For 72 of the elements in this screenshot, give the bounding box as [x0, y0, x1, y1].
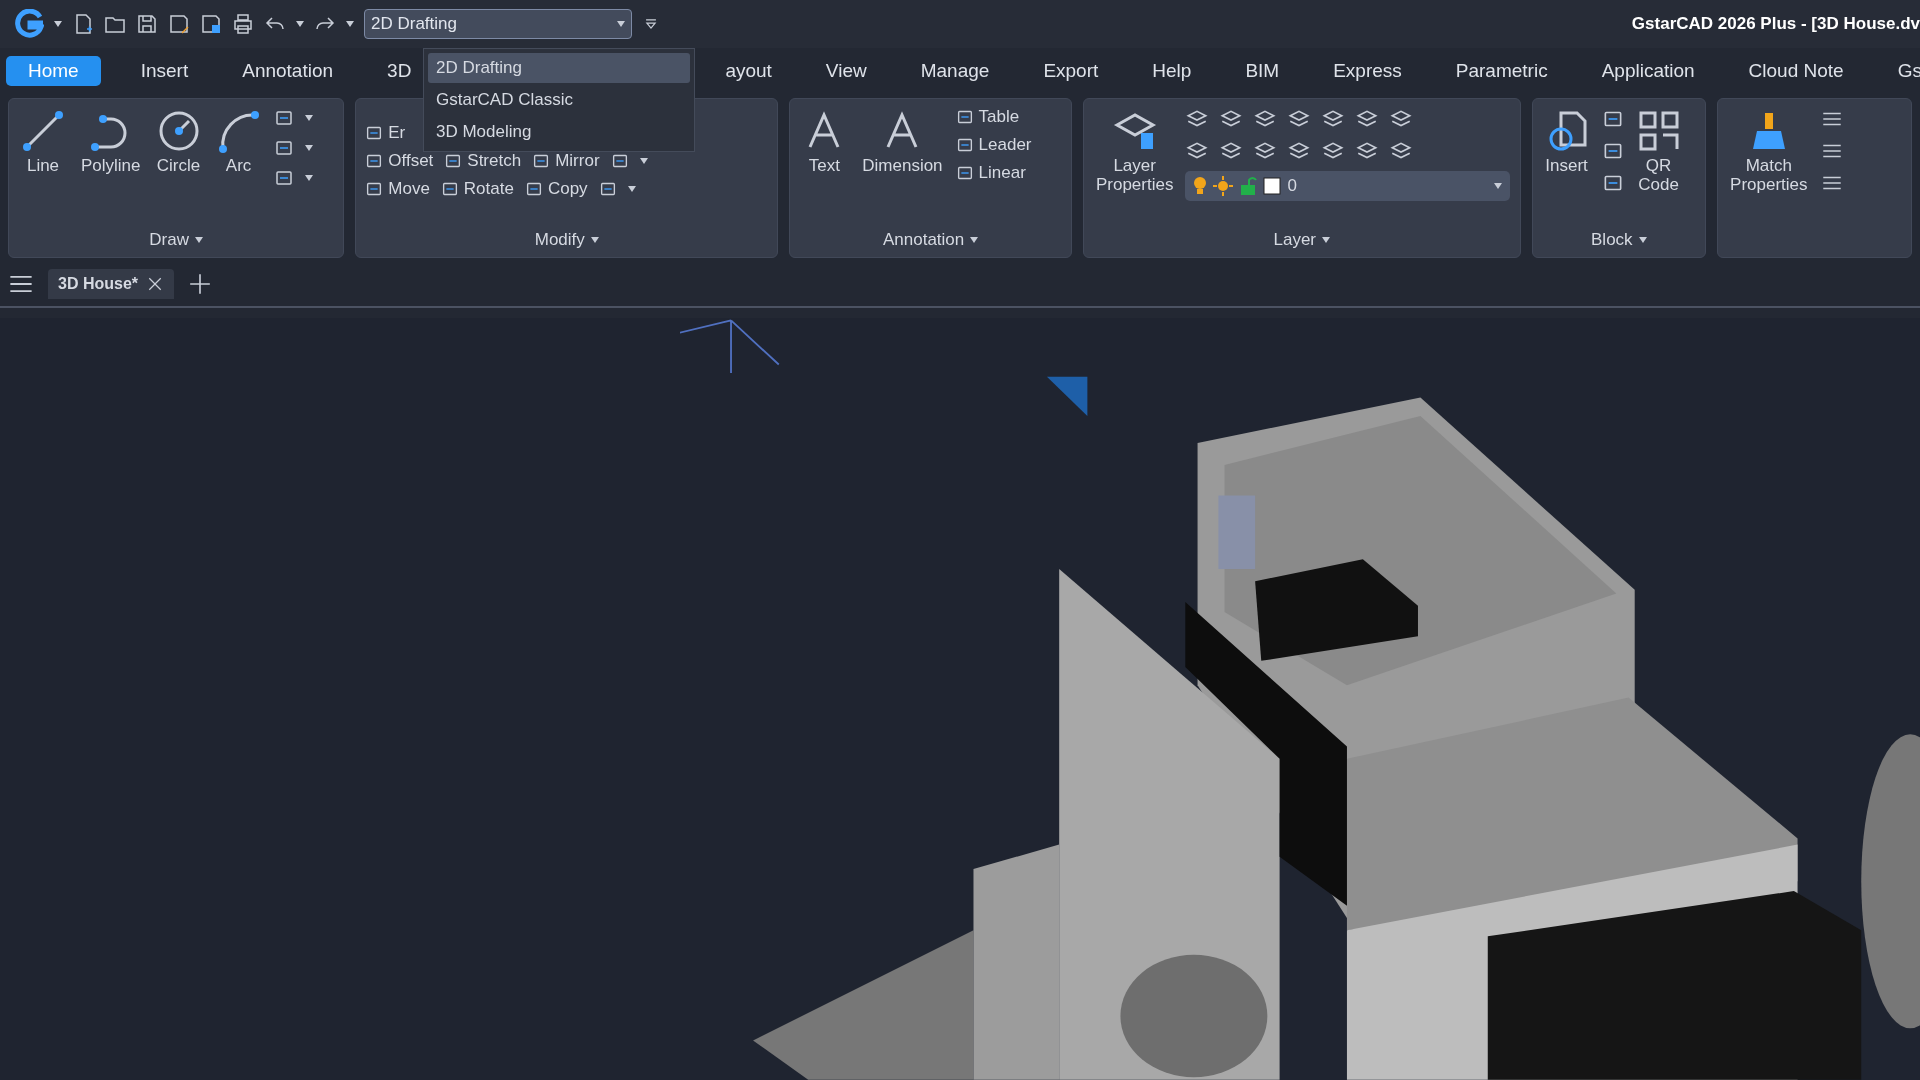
print-icon[interactable] [232, 13, 254, 35]
app-logo-icon[interactable] [14, 9, 44, 39]
save-all-icon[interactable] [200, 13, 222, 35]
ribbon-tab[interactable]: Express [1319, 56, 1416, 86]
ribbon-tab[interactable]: Help [1138, 56, 1206, 86]
caret-icon[interactable] [304, 145, 313, 151]
ribbon-tab[interactable]: 3D [373, 56, 426, 86]
caret-icon[interactable] [346, 21, 354, 27]
caret-icon[interactable] [54, 21, 62, 27]
modify-tool-button[interactable]: Copy [523, 179, 588, 199]
annotation-tool-button[interactable]: Linear [954, 163, 1032, 183]
caret-icon[interactable] [1494, 183, 1503, 189]
ribbon-tab[interactable]: Application [1587, 56, 1709, 86]
layer-dropdown[interactable]: 0 [1185, 171, 1511, 201]
modify-tool-button[interactable]: Mirror [531, 151, 600, 171]
window-title: GstarCAD 2026 Plus - [3D House.dv [1631, 14, 1920, 34]
layer-properties-button[interactable]: Layer Properties [1091, 107, 1178, 197]
color-swatch-icon [1263, 177, 1282, 195]
drawing-tool-icon[interactable] [21, 109, 65, 153]
modify-tool-button[interactable]: Offset [364, 151, 434, 171]
panel-title[interactable]: Block [1585, 229, 1653, 251]
caret-icon[interactable] [617, 21, 625, 27]
caret-icon[interactable] [590, 237, 599, 243]
drawing-tool-icon[interactable] [216, 109, 261, 153]
caret-icon[interactable] [639, 158, 648, 164]
annotation-tool-button[interactable]: Leader [954, 135, 1032, 155]
caret-icon[interactable] [304, 175, 313, 181]
ribbon-tab[interactable]: Export [1029, 56, 1113, 86]
caret-icon[interactable] [1322, 237, 1330, 243]
modify-tool-button[interactable]: Stretch [443, 151, 522, 171]
caret-icon[interactable] [296, 21, 304, 27]
document-tab[interactable]: 3D House* [48, 269, 175, 299]
draw-tool-button[interactable]: Arc [212, 107, 265, 178]
padlock-icon [1239, 176, 1258, 196]
workspace-option[interactable]: 2D Drafting [428, 53, 690, 83]
insert-block-button[interactable]: Insert [1540, 107, 1593, 178]
workspace-option[interactable]: 3D Modeling [428, 117, 690, 147]
modify-tool-button[interactable]: Er [364, 123, 406, 143]
draw-tool-button[interactable]: Line [17, 107, 69, 178]
caret-icon[interactable] [1638, 237, 1647, 243]
panel-title[interactable]: Draw [143, 229, 209, 251]
caret-icon[interactable] [194, 237, 203, 243]
draw-tool-button[interactable]: Circle [152, 107, 205, 178]
ribbon-tab[interactable]: View [811, 56, 881, 86]
ribbon-tab[interactable]: Parametric [1441, 56, 1562, 86]
annotation-tool-button[interactable]: Text [798, 107, 851, 178]
match-properties-button[interactable]: Match Properties [1726, 107, 1812, 197]
sun-icon [1213, 176, 1234, 196]
panel-title[interactable]: Layer [1267, 229, 1336, 251]
ribbon-tab[interactable]: Annotation [228, 56, 348, 86]
ribbon-tab[interactable]: BIM [1231, 56, 1294, 86]
ribbon-tab[interactable]: Insert [126, 56, 203, 86]
workspace-dropdown[interactable]: 2D Drafting [364, 9, 632, 39]
panel-title[interactable]: Annotation [876, 229, 985, 251]
add-tab-icon[interactable] [188, 272, 213, 296]
draw-tool-button[interactable]: Polyline [77, 107, 145, 178]
qr-code-button[interactable]: QR Code [1632, 107, 1685, 197]
caret-icon[interactable] [627, 186, 636, 192]
modify-tool-button[interactable]: Move [364, 179, 430, 199]
save-icon[interactable] [136, 13, 158, 35]
ribbon-tab[interactable]: ayout [711, 56, 786, 86]
save-as-icon[interactable] [168, 13, 190, 35]
caret-icon[interactable] [970, 237, 979, 243]
annotation-tool-button[interactable]: Dimension [858, 107, 947, 178]
ribbon-tab[interactable]: Cloud Note [1734, 56, 1858, 86]
lightbulb-icon [1193, 176, 1208, 196]
workspace-option[interactable]: GstarCAD Classic [428, 85, 690, 115]
panel-title[interactable]: Modify [528, 229, 605, 251]
annotation-tool-button[interactable]: Table [954, 107, 1032, 127]
caret-icon[interactable] [304, 115, 313, 121]
ribbon-tab[interactable]: Manage [906, 56, 1004, 86]
modify-tool-button[interactable]: Rotate [439, 179, 514, 199]
